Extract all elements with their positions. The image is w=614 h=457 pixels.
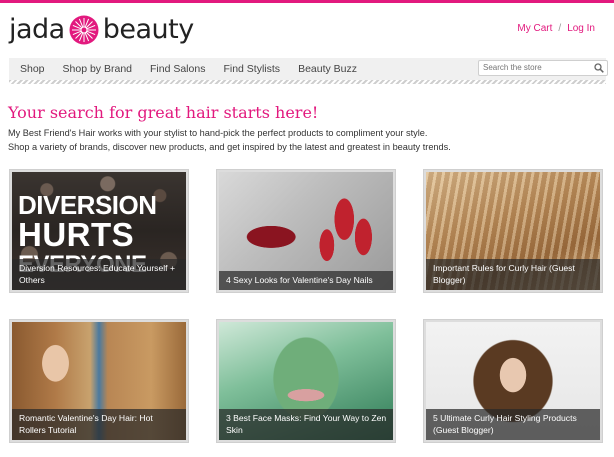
search-box: [478, 60, 608, 76]
card-caption: Important Rules for Curly Hair (Guest Bl…: [426, 259, 600, 290]
my-cart-link[interactable]: My Cart: [517, 23, 552, 34]
account-separator: /: [558, 23, 562, 34]
card-caption: Diversion Resources: Educate Yourself + …: [12, 259, 186, 290]
card-caption: 5 Ultimate Curly Hair Styling Products (…: [426, 409, 600, 440]
article-card-diversion[interactable]: DIVERSION HURTS EVERYONE Diversion Resou…: [9, 169, 189, 293]
intro-text: My Best Friend's Hair works with your st…: [8, 127, 451, 154]
intro-line-1: My Best Friend's Hair works with your st…: [8, 128, 428, 138]
nav-item-find-salons[interactable]: Find Salons: [150, 63, 205, 75]
search-icon[interactable]: [594, 63, 604, 73]
logo-word-left: jada: [9, 14, 65, 45]
nav-item-find-stylists[interactable]: Find Stylists: [223, 63, 280, 75]
nav-item-shop[interactable]: Shop: [20, 63, 45, 75]
article-card-curly-rules[interactable]: Important Rules for Curly Hair (Guest Bl…: [423, 169, 603, 293]
login-link[interactable]: Log In: [567, 23, 595, 34]
card-caption: 4 Sexy Looks for Valentine's Day Nails: [219, 270, 393, 290]
search-input[interactable]: [483, 63, 583, 72]
article-card-face-masks[interactable]: 3 Best Face Masks: Find Your Way to Zen …: [216, 319, 396, 443]
page-headline: Your search for great hair starts here!: [8, 103, 319, 122]
nav-item-beauty-buzz[interactable]: Beauty Buzz: [298, 63, 357, 75]
intro-line-2: Shop a variety of brands, discover new p…: [8, 141, 451, 152]
account-links: My Cart / Log In: [517, 23, 595, 34]
top-accent-bar: [0, 0, 614, 3]
article-card-hot-rollers[interactable]: Romantic Valentine's Day Hair: Hot Rolle…: [9, 319, 189, 443]
card-caption: Romantic Valentine's Day Hair: Hot Rolle…: [12, 409, 186, 440]
article-card-valentine-nails[interactable]: 4 Sexy Looks for Valentine's Day Nails: [216, 169, 396, 293]
nav-item-shop-by-brand[interactable]: Shop by Brand: [63, 63, 132, 75]
site-logo[interactable]: jada beauty: [9, 13, 194, 47]
article-card-curly-products[interactable]: 5 Ultimate Curly Hair Styling Products (…: [423, 319, 603, 443]
card-caption: 3 Best Face Masks: Find Your Way to Zen …: [219, 409, 393, 440]
logo-word-right: beauty: [102, 14, 194, 45]
overlay-line-2: HURTS: [18, 216, 135, 253]
nav-stripe-divider: [9, 80, 606, 84]
flower-logo-icon: [69, 15, 99, 45]
